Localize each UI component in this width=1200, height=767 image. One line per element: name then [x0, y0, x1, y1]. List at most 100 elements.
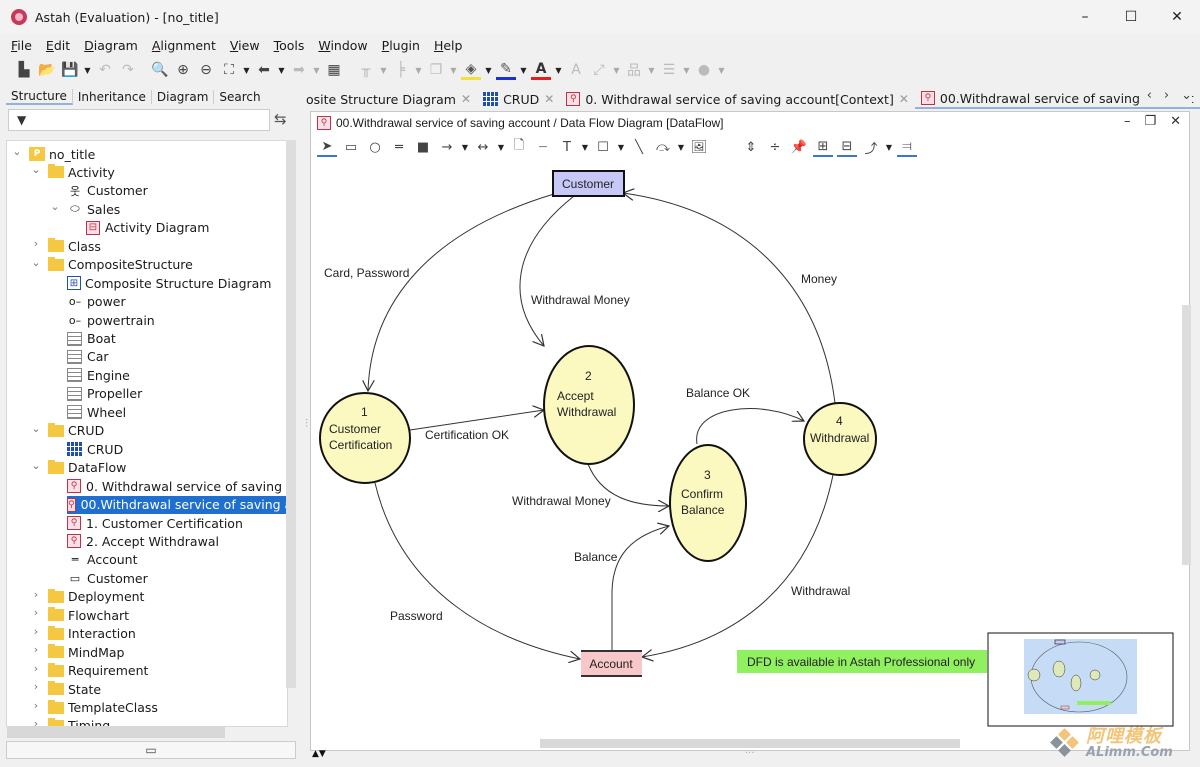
tree-item[interactable]: ⚲ 00.Withdrawal service of saving acc — [67, 495, 287, 514]
fill-color-dropdown-icon[interactable]: ▼ — [484, 60, 493, 80]
note-anchor-tool-icon[interactable]: ┈ — [533, 137, 553, 157]
freehand-tool-icon[interactable]: ⤼ — [653, 137, 673, 157]
chevron-right-icon[interactable]: › — [30, 680, 42, 693]
flow-balance[interactable] — [611, 526, 669, 651]
tree-item[interactable]: CompositeStructure — [48, 256, 193, 274]
menu-file[interactable]: File — [4, 38, 39, 53]
forward-dropdown-icon[interactable]: ▼ — [312, 60, 321, 80]
toggle-panel-button[interactable]: ▭ — [6, 741, 296, 759]
editor-restore-icon[interactable]: ❐ — [1144, 114, 1156, 129]
process-3[interactable]: 3 Confirm Balance — [669, 444, 747, 562]
new-file-icon[interactable]: ▙ — [14, 60, 34, 80]
tree-item[interactable]: Car — [67, 348, 109, 366]
tree-item[interactable]: CRUD — [48, 422, 104, 440]
save-dropdown-icon[interactable]: ▼ — [83, 60, 92, 80]
open-folder-icon[interactable]: 📂 — [37, 60, 57, 80]
close-tab-icon[interactable]: ✕ — [899, 92, 909, 106]
line-shape-dropdown-icon[interactable]: ▼ — [885, 137, 893, 157]
process-1[interactable]: 1 Customer Certification — [319, 392, 411, 484]
tree-item[interactable]: ⚲ 2. Accept Withdrawal — [67, 532, 219, 550]
line-color-icon[interactable]: ✎ — [496, 60, 516, 80]
tree-item[interactable]: CRUD — [67, 440, 123, 458]
flow-money[interactable] — [623, 193, 836, 404]
tree-item[interactable]: Flowchart — [48, 606, 129, 624]
tab-structure[interactable]: Structure — [6, 89, 73, 105]
rectangle-tool-icon[interactable]: ☐ — [593, 137, 613, 157]
chevron-right-icon[interactable]: › — [30, 237, 42, 250]
text-tool-icon[interactable]: T — [557, 137, 577, 157]
datastore-account[interactable]: Account — [581, 650, 642, 677]
arrange-icon[interactable]: ❐ — [426, 60, 446, 80]
image-tool-icon[interactable]: 🖼 — [689, 137, 709, 157]
tab-prev-icon[interactable]: ‹ — [1147, 88, 1152, 103]
align-left-icon[interactable]: ╞ — [391, 60, 411, 80]
chevron-down-icon[interactable]: ⌄ — [30, 256, 42, 269]
tree-layout-icon[interactable]: 品 — [624, 60, 644, 80]
align-left-dropdown-icon[interactable]: ▼ — [414, 60, 423, 80]
expand-collapse-arrows-icon[interactable]: ▲▼ — [312, 749, 326, 759]
tree-item[interactable]: Class — [48, 237, 101, 255]
maximize-button[interactable]: ☐ — [1108, 0, 1154, 34]
chevron-down-icon[interactable]: ⌄ — [30, 163, 42, 176]
tree-item[interactable]: Deployment — [48, 588, 144, 606]
tab-list-chevron-icon[interactable]: ⌄ — [1181, 88, 1192, 103]
stereotype-dropdown-icon[interactable]: ▼ — [717, 60, 726, 80]
chevron-right-icon[interactable]: › — [30, 588, 42, 601]
align-top-icon[interactable]: ╥ — [356, 60, 376, 80]
tree-horizontal-scrollbar[interactable] — [7, 726, 225, 738]
tree-item[interactable]: 웃 Customer — [67, 182, 148, 200]
tree-item[interactable]: Propeller — [67, 385, 142, 403]
chevron-right-icon[interactable]: › — [30, 662, 42, 675]
line-style-dropdown-icon[interactable]: ▼ — [612, 60, 621, 80]
square-tool-icon[interactable]: ■ — [413, 137, 433, 157]
line-shape-icon[interactable]: ⤴ — [861, 137, 881, 157]
tree-item[interactable]: TemplateClass — [48, 699, 158, 717]
chevron-down-icon[interactable]: ⌄ — [30, 422, 42, 435]
compartment-dropdown-icon[interactable]: ▼ — [682, 60, 691, 80]
flow-password[interactable] — [374, 482, 580, 659]
datastore-tool-icon[interactable]: ═ — [389, 137, 409, 157]
tree-item[interactable]: ⚲ 1. Customer Certification — [67, 514, 243, 532]
close-tab-icon[interactable]: ✕ — [544, 92, 554, 106]
stereotype-icon[interactable]: ● — [694, 60, 714, 80]
select-tool-icon[interactable]: ➤ — [317, 137, 337, 157]
minimize-button[interactable]: – — [1062, 0, 1108, 34]
line-color-dropdown-icon[interactable]: ▼ — [519, 60, 528, 80]
tree-item[interactable]: Activity — [48, 163, 115, 181]
fill-color-icon[interactable]: ◈ — [461, 60, 481, 80]
editor-vertical-scrollbar[interactable] — [1182, 305, 1191, 565]
diagram-canvas[interactable]: Card, Password Withdrawal Money Certific… — [311, 160, 1179, 740]
chevron-down-icon[interactable]: ⌄ — [30, 459, 42, 472]
tab-search[interactable]: Search — [214, 90, 265, 104]
tree-item[interactable]: ▭ Customer — [67, 569, 148, 587]
align-line-icon[interactable]: ⫤ — [897, 137, 917, 157]
font-style-icon[interactable]: A — [566, 60, 586, 80]
tree-item[interactable]: DataFlow — [48, 459, 126, 477]
chevron-right-icon[interactable]: › — [30, 699, 42, 712]
zoom-reset-icon[interactable]: 🔍 — [150, 60, 170, 80]
text-dropdown-icon[interactable]: ▼ — [581, 137, 589, 157]
editor-horizontal-scrollbar[interactable] — [540, 739, 960, 748]
menu-view[interactable]: View — [223, 38, 267, 53]
fit-dropdown-icon[interactable]: ▼ — [242, 60, 251, 80]
tree-item[interactable]: Boat — [67, 330, 116, 348]
bidirectional-dropdown-icon[interactable]: ▼ — [497, 137, 505, 157]
font-color-dropdown-icon[interactable]: ▼ — [554, 60, 563, 80]
tree-item[interactable]: Engine — [67, 366, 130, 384]
flow-withdrawal-money-to-accept[interactable] — [519, 195, 575, 346]
note-tool-icon[interactable]: 🗋 — [509, 137, 529, 157]
chevron-down-icon[interactable]: ⌄ — [11, 145, 23, 158]
tree-filter-input[interactable]: ▼ — [8, 109, 270, 131]
tree-item[interactable]: ⬭ Sales — [67, 200, 120, 218]
flow-balance-ok[interactable] — [696, 408, 804, 445]
back-dropdown-icon[interactable]: ▼ — [277, 60, 286, 80]
doc-tab-composite-structure[interactable]: osite Structure Diagram ✕ — [300, 89, 477, 109]
tree-item[interactable]: ⊟ Activity Diagram — [86, 219, 209, 237]
external-entity-tool-icon[interactable]: ▭ — [341, 137, 361, 157]
menu-plugin[interactable]: Plugin — [375, 38, 427, 53]
pin-icon[interactable]: 📌 — [789, 137, 809, 157]
tab-next-icon[interactable]: › — [1164, 88, 1169, 103]
save-icon[interactable]: 💾 — [60, 60, 80, 80]
chevron-right-icon[interactable]: › — [30, 606, 42, 619]
diagram-overview-minimap[interactable] — [987, 632, 1174, 727]
